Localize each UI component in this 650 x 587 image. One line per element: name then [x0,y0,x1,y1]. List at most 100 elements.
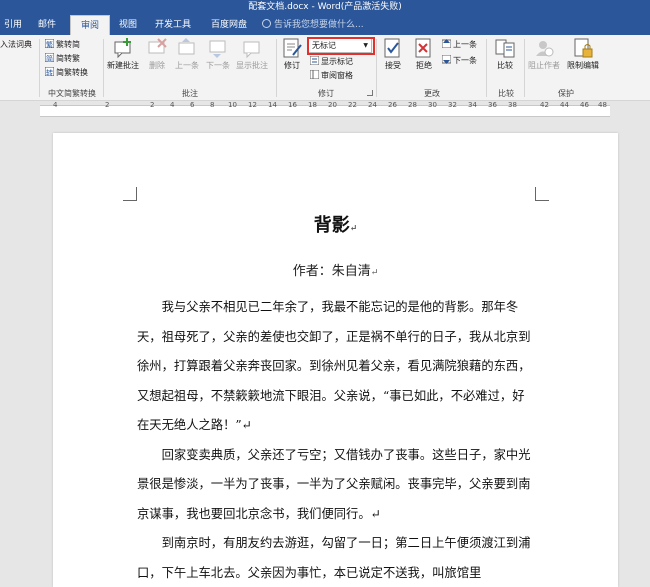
ribbon: 入法词典 繁繁转简 简简转繁 转简繁转换 中文简繁转换 新建批注 删除 上一条 … [0,35,650,101]
show-comments-button[interactable]: 显示批注 [233,37,271,71]
accept-button[interactable]: 接受 [379,37,407,71]
new-comment-button[interactable]: 新建批注 [105,37,141,71]
reject-button[interactable]: 拒绝 [410,37,438,71]
margin-crop-mark [123,187,137,201]
trad-to-simp-icon: 繁 [44,38,55,49]
group-separator [103,39,104,97]
group-separator [276,39,277,97]
previous-comment-button[interactable]: 上一条 [172,37,202,71]
group-separator [376,39,377,97]
body-paragraph: 到南京时，有朋友约去游逛，勾留了一日；第二日上午便须渡江到浦口，下午上车北去。父… [137,536,531,580]
comments-group-label: 批注 [182,89,198,98]
chinese-conversion-button[interactable]: 转简繁转换 [44,66,88,79]
tab-developer[interactable]: 开发工具 [148,15,198,35]
ruler-number: 18 [308,101,317,109]
ruler-number: 10 [228,101,237,109]
ruler-number: 42 [540,101,549,109]
simp-to-trad-button[interactable]: 简简转繁 [44,52,80,65]
chinese-conversion-icon: 转 [44,66,55,77]
ruler-number: 8 [210,101,215,109]
next-change-button[interactable]: 下一条 [441,54,477,67]
ruler-number: 2 [105,101,110,109]
tell-me-box[interactable]: 告诉我您想要做什么... [262,15,364,35]
ruler-number: 22 [348,101,357,109]
document-author: 作者：朱自清↵ [292,264,379,279]
changes-group-label: 更改 [424,89,440,98]
highlight-box [307,37,375,55]
ruler-band [40,105,610,117]
ruler-number: 44 [560,101,569,109]
window-title: 配套文档.docx - Word(产品激活失败) [248,2,402,12]
block-authors-button[interactable]: 阻止作者 [526,37,562,71]
lock-icon [574,38,593,58]
ruler-number: 4 [170,101,175,109]
show-comments-icon [243,41,260,59]
tab-view[interactable]: 视图 [114,15,142,35]
ruler-number: 16 [288,101,297,109]
margin-crop-mark [535,187,549,201]
tracking-group-label: 修订 [318,89,334,98]
paragraph-mark: ↵ [370,268,379,278]
reviewing-pane-button[interactable]: 审阅窗格 [309,69,353,82]
ruler-number: 12 [248,101,257,109]
restrict-editing-button[interactable]: 限制编辑 [563,37,603,71]
svg-text:繁: 繁 [46,40,53,48]
ruler-number: 24 [368,101,377,109]
previous-comment-icon [178,38,195,55]
protect-group-label: 保护 [558,89,574,98]
ruler-number: 38 [508,101,517,109]
reviewing-pane-icon [309,69,320,80]
previous-change-button[interactable]: 上一条 [441,39,477,51]
title-bar: 配套文档.docx - Word(产品激活失败) [0,0,650,15]
document-page[interactable]: 背影↵ 作者：朱自清↵ 我与父亲不相见已二年余了，我最不能忘记的是他的背影。那年… [53,133,618,587]
group-separator [486,39,487,97]
tab-mailings[interactable]: 邮件 [32,15,62,35]
body-paragraph: 回家变卖典质，父亲还了亏空；又借钱办了丧事。这些日子，家中光景很是惨淡，一半为了… [137,447,531,521]
ribbon-tab-row: 引用 邮件 审阅 视图 开发工具 百度网盘 告诉我您想要做什么... [0,15,650,35]
horizontal-ruler: 4 2 2 4 6 8 10 12 14 16 18 20 22 24 26 2… [0,101,650,121]
lightbulb-icon [262,19,271,28]
ruler-number: 32 [448,101,457,109]
svg-text:转: 转 [46,68,53,76]
chinese-group-label: 中文简繁转换 [48,89,96,98]
ruler-number: 4 [53,101,58,109]
body-paragraph: 我与父亲不相见已二年余了，我最不能忘记的是他的背影。那年冬天，祖母死了，父亲的差… [137,300,531,432]
document-title: 背影↵ [313,215,358,236]
document-body[interactable]: 我与父亲不相见已二年余了，我最不能忘记的是他的背影。那年冬天，祖母死了，父亲的差… [137,293,535,587]
next-comment-button[interactable]: 下一条 [203,37,233,71]
ruler-number: 36 [488,101,497,109]
svg-text:简: 简 [46,54,53,62]
compare-button[interactable]: 比较 [489,37,521,71]
ime-dictionary-button[interactable]: 入法词典 [0,39,32,51]
group-separator [524,39,525,97]
trad-to-simp-button[interactable]: 繁繁转简 [44,38,80,51]
ruler-number: 6 [190,101,195,109]
accept-icon [384,38,400,58]
tab-references[interactable]: 引用 [0,15,26,35]
show-markup-button[interactable]: 显示标记 [309,55,353,68]
paragraph-mark: ↵ [349,224,358,234]
block-authors-icon [536,41,554,57]
reject-icon [415,38,431,58]
ruler-number: 14 [268,101,277,109]
new-comment-icon [114,38,131,59]
simp-to-trad-icon: 简 [44,52,55,63]
ruler-number: 30 [428,101,437,109]
tab-baidu-netdisk[interactable]: 百度网盘 [204,15,254,35]
compare-icon [495,39,515,58]
tab-review[interactable]: 审阅 [70,15,110,35]
ruler-number: 26 [388,101,397,109]
group-separator [39,39,40,97]
delete-comment-button[interactable]: 删除 [143,37,171,71]
delete-comment-icon [148,38,167,54]
previous-change-icon [441,39,452,49]
ruler-number: 34 [468,101,477,109]
track-changes-button[interactable]: 修订 [278,37,306,71]
dialog-launcher-icon[interactable] [367,90,373,96]
ruler-number: 46 [580,101,589,109]
ruler-number: 48 [598,101,607,109]
compare-group-label: 比较 [498,89,514,98]
show-markup-icon [309,55,320,66]
next-comment-icon [209,40,226,58]
ruler-number: 2 [150,101,155,109]
